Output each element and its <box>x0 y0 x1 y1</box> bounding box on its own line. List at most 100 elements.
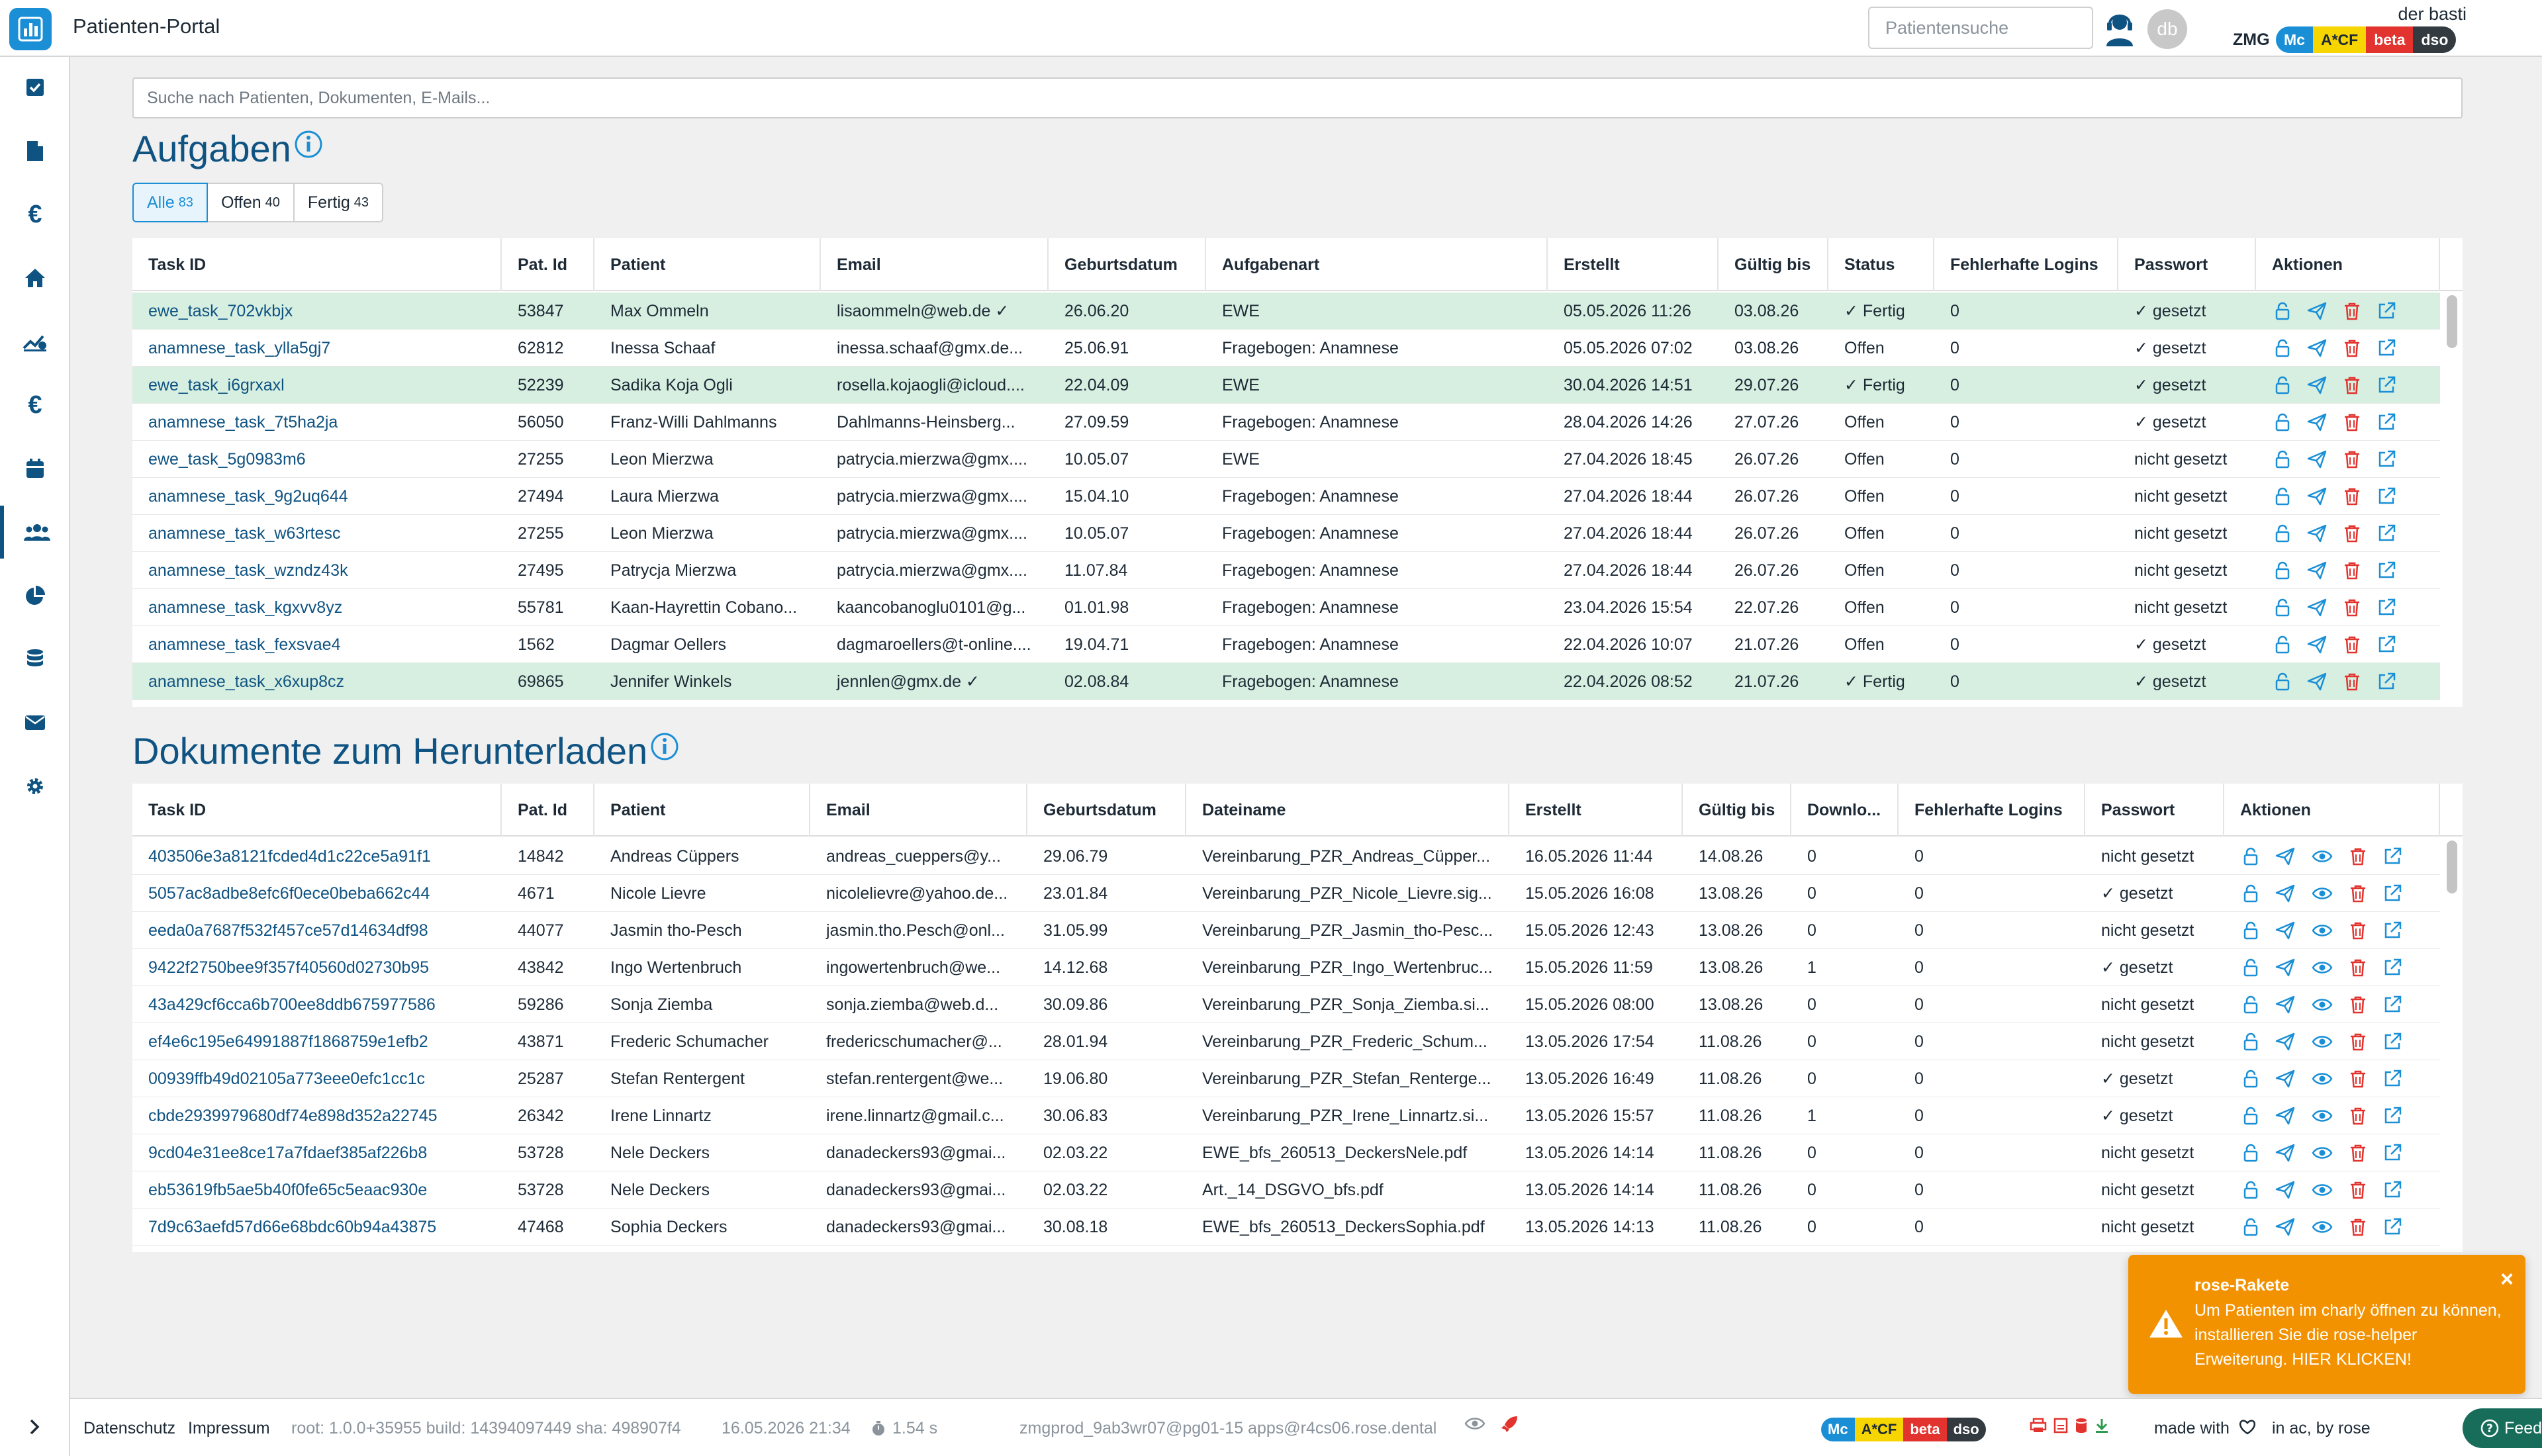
table-row[interactable]: anamnese_task_w63rtesc 27255 Leon Mierzwa p… <box>132 515 2440 552</box>
trash-icon[interactable] <box>2343 339 2361 357</box>
table-row[interactable]: anamnese_task_kgxvv8yz 55781 Kaan-Hayretti… <box>132 589 2440 626</box>
column-header[interactable]: Dateiname <box>1186 784 1509 837</box>
lock-icon[interactable] <box>2243 1144 2259 1162</box>
lock-icon[interactable] <box>2275 598 2290 617</box>
column-header[interactable]: Status <box>1828 238 1934 291</box>
lock-icon[interactable] <box>2275 339 2290 357</box>
eye-icon[interactable] <box>2312 1071 2333 1087</box>
cell-id[interactable]: 43a429cf6cca6b700ee8ddb675977586 <box>132 986 502 1023</box>
column-header[interactable]: Gültig bis <box>1718 238 1828 291</box>
cell-id[interactable]: 9cd04e31ee8ce17a7fdaef385af226b8 <box>132 1134 502 1171</box>
sidebar-item-billing[interactable]: € <box>0 188 70 241</box>
send-icon[interactable] <box>2307 302 2327 320</box>
open-icon[interactable] <box>2377 450 2396 469</box>
cell-id[interactable]: eeda0a7687f532f457ce57d14634df98 <box>132 912 502 949</box>
open-icon[interactable] <box>2383 1181 2402 1199</box>
column-header[interactable]: Fehlerhafte Logins <box>1899 784 2085 837</box>
open-icon[interactable] <box>2383 1069 2402 1088</box>
rocket-icon[interactable] <box>1500 1415 1519 1433</box>
trash-icon[interactable] <box>2343 487 2361 506</box>
info-icon[interactable] <box>650 732 679 761</box>
table-row[interactable]: 403506e3a8121fcded4d1c22ce5a91f1 14842 And… <box>132 838 2440 875</box>
cell-id[interactable]: anamnese_task_wzndz43k <box>132 552 502 589</box>
column-header[interactable]: Pat. Id <box>502 784 594 837</box>
open-icon[interactable] <box>2377 672 2396 691</box>
column-header[interactable]: Geburtsdatum <box>1027 784 1186 837</box>
trash-icon[interactable] <box>2349 1144 2367 1162</box>
open-icon[interactable] <box>2377 561 2396 580</box>
trash-icon[interactable] <box>2343 561 2361 580</box>
sidebar-item-payments[interactable]: € <box>0 379 70 432</box>
feedback-label[interactable]: Feedback <box>2504 1419 2542 1438</box>
trash-icon[interactable] <box>2343 302 2361 320</box>
sidebar-item-patients[interactable] <box>0 506 70 559</box>
cell-id[interactable]: anamnese_task_w63rtesc <box>132 515 502 552</box>
open-icon[interactable] <box>2377 413 2396 432</box>
open-icon[interactable] <box>2383 1144 2402 1162</box>
cell-id[interactable]: 00939ffb49d02105a773eee0efc1cc1c <box>132 1060 502 1097</box>
send-icon[interactable] <box>2307 339 2327 357</box>
lock-icon[interactable] <box>2243 921 2259 940</box>
trash-icon[interactable] <box>2349 884 2367 903</box>
sidebar-item-stats[interactable] <box>0 315 70 368</box>
open-icon[interactable] <box>2377 598 2396 617</box>
table-row[interactable]: 00939ffb49d02105a773eee0efc1cc1c 25287 Ste… <box>132 1060 2440 1097</box>
sidebar-expand-button[interactable] <box>0 1398 70 1456</box>
sidebar-item-settings[interactable] <box>0 760 70 813</box>
feedback-button[interactable]: ? Feedback <box>2463 1408 2542 1448</box>
send-icon[interactable] <box>2275 1069 2295 1088</box>
sidebar-item-reports[interactable] <box>0 569 70 622</box>
send-icon[interactable] <box>2307 561 2327 580</box>
eye-icon[interactable] <box>2312 960 2333 976</box>
table-row[interactable]: anamnese_task_fexsvae4 1562 Dagmar Oellers… <box>132 626 2440 663</box>
table-row[interactable]: 5057ac8adbe8efc6f0ece0beba662c44 4671 Nico… <box>132 875 2440 912</box>
table-row[interactable]: 9422f2750bee9f357f40560d02730b95 43842 Ing… <box>132 949 2440 986</box>
send-icon[interactable] <box>2275 1181 2295 1199</box>
open-icon[interactable] <box>2383 921 2402 940</box>
info-icon[interactable] <box>294 130 323 159</box>
trash-icon[interactable] <box>2349 1218 2367 1236</box>
column-header[interactable]: Patient <box>594 238 821 291</box>
eye-icon[interactable] <box>2312 1145 2333 1161</box>
eye-icon[interactable] <box>2312 1034 2333 1050</box>
trash-icon[interactable] <box>2343 413 2361 432</box>
cell-id[interactable]: 7d9c63aefd57d66e68bdc60b94a43875 <box>132 1208 502 1246</box>
app-logo-icon[interactable] <box>9 8 52 50</box>
open-icon[interactable] <box>2377 339 2396 357</box>
send-icon[interactable] <box>2275 958 2295 977</box>
open-icon[interactable] <box>2383 1032 2402 1051</box>
open-icon[interactable] <box>2383 1218 2402 1236</box>
trash-icon[interactable] <box>2343 635 2361 654</box>
cell-id[interactable]: ewe_task_i6grxaxl <box>132 367 502 404</box>
sidebar-item-home[interactable] <box>0 251 70 304</box>
send-icon[interactable] <box>2307 413 2327 432</box>
cell-id[interactable]: anamnese_task_ylla5gj7 <box>132 330 502 367</box>
scrollbar-thumb[interactable] <box>2447 841 2457 893</box>
rose-rakete-toast[interactable]: rose-Rakete Um Patienten im charly öffne… <box>2128 1255 2525 1394</box>
headset-user-icon[interactable] <box>2101 8 2138 48</box>
column-header[interactable]: Task ID <box>132 784 502 837</box>
column-header[interactable]: Aktionen <box>2256 238 2440 291</box>
tab-alle[interactable]: Alle 83 <box>132 183 208 222</box>
table-row[interactable]: ewe_task_702vkbjx 53847 Max Ommeln lisaomme… <box>132 293 2440 330</box>
open-icon[interactable] <box>2383 1107 2402 1125</box>
trash-icon[interactable] <box>2349 958 2367 977</box>
column-header[interactable]: Patient <box>594 784 810 837</box>
table-row[interactable]: ef4e6c195e64991887f1868759e1efb2 43871 Fre… <box>132 1023 2440 1060</box>
lock-icon[interactable] <box>2243 847 2259 866</box>
table-row[interactable]: anamnese_task_wzndz43k 27495 Patrycja Mier… <box>132 552 2440 589</box>
toast-close-icon[interactable]: × <box>2500 1267 2514 1293</box>
tab-offen[interactable]: Offen 40 <box>206 183 295 222</box>
open-icon[interactable] <box>2383 847 2402 866</box>
lock-icon[interactable] <box>2243 1107 2259 1125</box>
cell-id[interactable]: ef4e6c195e64991887f1868759e1efb2 <box>132 1023 502 1060</box>
table-row[interactable]: 9cd04e31ee8ce17a7fdaef385af226b8 53728 Nel… <box>132 1134 2440 1171</box>
eye-icon[interactable] <box>1464 1416 1485 1431</box>
eye-icon[interactable] <box>2312 1182 2333 1198</box>
imprint-link[interactable]: Impressum <box>188 1419 270 1438</box>
send-icon[interactable] <box>2275 847 2295 866</box>
lock-icon[interactable] <box>2243 995 2259 1014</box>
column-header[interactable]: Erstellt <box>1509 784 1683 837</box>
toast-message[interactable]: Um Patienten im charly öffnen zu können,… <box>2194 1298 2506 1372</box>
table-row[interactable]: ewe_task_i6grxaxl 52239 Sadika Koja Ogli ro… <box>132 367 2440 404</box>
